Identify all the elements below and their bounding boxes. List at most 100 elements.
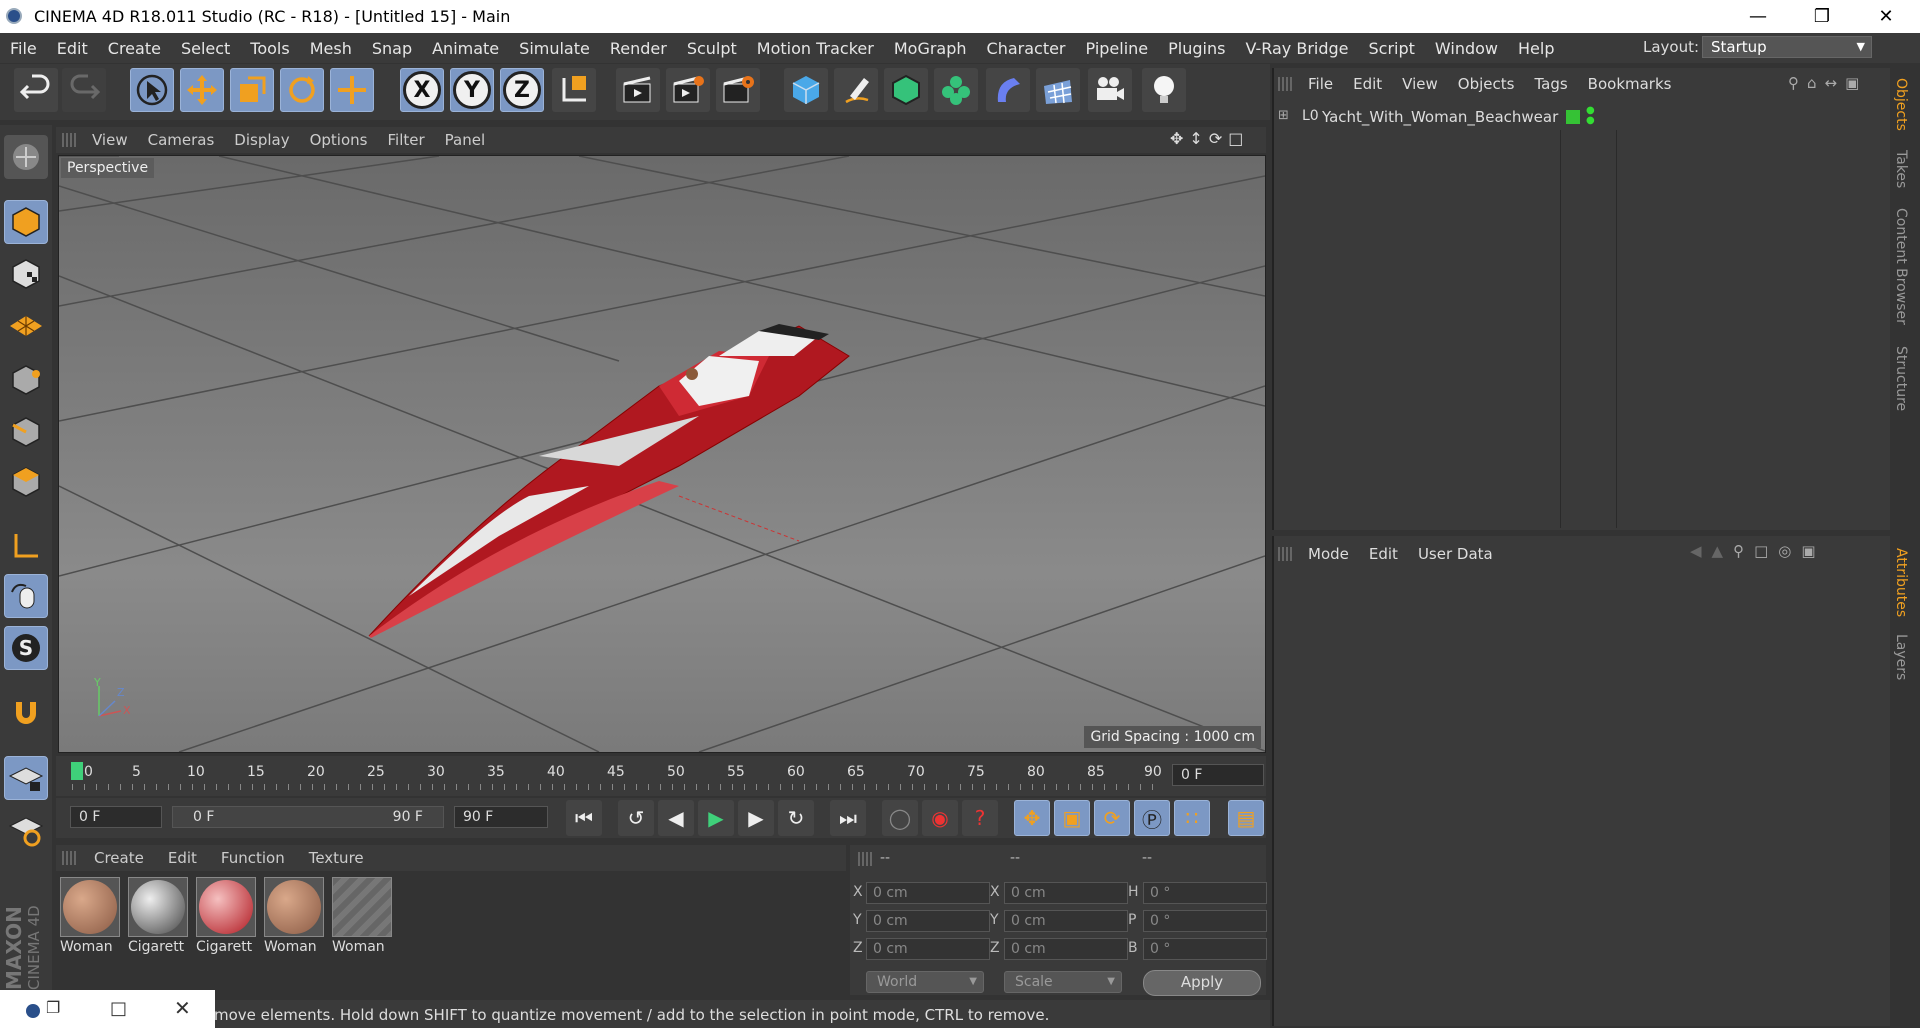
cloner-button[interactable] <box>934 68 978 112</box>
prev-frame-button[interactable]: ◀ <box>658 800 694 836</box>
maximize-icon[interactable]: □ <box>110 998 127 1019</box>
render-settings-button[interactable] <box>716 68 760 112</box>
menu-animate[interactable]: Animate <box>422 39 509 58</box>
y-axis-button[interactable]: Y <box>450 68 494 112</box>
zoom-icon[interactable]: ↕ <box>1189 129 1202 148</box>
tab-structure[interactable]: Structure <box>1893 346 1909 411</box>
material-swatch[interactable]: Cigarett <box>196 877 260 963</box>
menu-tools[interactable]: Tools <box>240 39 299 58</box>
render-to-picture-viewer-button[interactable] <box>666 68 710 112</box>
texture-mode-button[interactable] <box>4 252 48 296</box>
tab-content-browser[interactable]: Content Browser <box>1893 208 1909 325</box>
menu-select[interactable]: Select <box>171 39 240 58</box>
key-scale-button[interactable]: ▣ <box>1054 800 1090 836</box>
viewport-menu-cameras[interactable]: Cameras <box>138 131 225 149</box>
key-pla-button[interactable]: ∷ <box>1174 800 1210 836</box>
subdivision-button[interactable] <box>884 68 928 112</box>
viewport-menu-view[interactable]: View <box>82 131 138 149</box>
x-axis-button[interactable]: X <box>400 68 444 112</box>
menu-create[interactable]: Create <box>98 39 171 58</box>
make-editable-button[interactable] <box>4 135 48 179</box>
world-dropdown[interactable]: World ▼ <box>866 971 984 993</box>
end-frame-field[interactable]: 90 F <box>454 806 548 828</box>
magnet-button[interactable] <box>4 690 48 734</box>
expand-icon[interactable]: ⊞ <box>1278 108 1289 123</box>
object-menu-edit[interactable]: Edit <box>1343 75 1392 93</box>
play-button[interactable]: ▶ <box>698 800 734 836</box>
pen-button[interactable] <box>834 68 878 112</box>
render-view-button[interactable] <box>616 68 660 112</box>
visibility-dots-icon[interactable]: ● ● <box>1586 106 1595 126</box>
navigate-icon[interactable]: ↔ <box>1825 74 1838 92</box>
restore-icon[interactable]: ❐ <box>1790 0 1854 33</box>
new-window-icon[interactable]: ▣ <box>1801 542 1815 560</box>
rotation-h-field[interactable]: 0 ° <box>1143 882 1267 904</box>
axis-mode-button[interactable] <box>4 524 48 568</box>
close-icon[interactable]: ✕ <box>1854 0 1918 33</box>
object-menu-tags[interactable]: Tags <box>1524 75 1577 93</box>
start-frame-field[interactable]: 0 F <box>70 806 162 828</box>
rotation-b-field[interactable]: 0 ° <box>1143 938 1267 960</box>
material-swatch[interactable]: Woman <box>332 877 396 963</box>
size-y-field[interactable]: 0 cm <box>1004 910 1128 932</box>
autokey-button[interactable]: ◉ <box>922 800 958 836</box>
apply-button[interactable]: Apply <box>1143 970 1261 996</box>
prev-key-button[interactable]: ↺ <box>618 800 654 836</box>
back-arrow-icon[interactable]: ◀ <box>1690 542 1702 560</box>
go-to-start-button[interactable]: ⏮ <box>566 800 602 836</box>
redo-button[interactable] <box>62 68 106 112</box>
keyframe-selection-button[interactable]: ? <box>962 800 998 836</box>
tab-layers[interactable]: Layers <box>1893 634 1909 680</box>
position-x-field[interactable]: 0 cm <box>866 882 990 904</box>
camera-button[interactable] <box>1088 68 1132 112</box>
object-menu-file[interactable]: File <box>1298 75 1343 93</box>
timeline-ruler[interactable]: 0 5 10 15 20 25 30 35 40 45 50 55 60 65 … <box>72 764 1164 792</box>
object-menu-bookmarks[interactable]: Bookmarks <box>1578 75 1682 93</box>
minimized-window[interactable]: ❐ □ ✕ <box>0 990 215 1028</box>
live-selection-button[interactable] <box>130 68 174 112</box>
minimize-icon[interactable]: — <box>1726 0 1790 33</box>
menu-file[interactable]: File <box>0 39 47 58</box>
orbit-icon[interactable]: ⟳ <box>1209 129 1222 148</box>
material-swatch[interactable]: Cigarett <box>128 877 192 963</box>
current-frame-field[interactable]: 0 F <box>1172 764 1264 786</box>
menu-plugins[interactable]: Plugins <box>1158 39 1235 58</box>
object-menu-view[interactable]: View <box>1392 75 1448 93</box>
material-swatch[interactable]: Woman <box>264 877 328 963</box>
size-x-field[interactable]: 0 cm <box>1004 882 1128 904</box>
yacht-model[interactable] <box>368 324 850 638</box>
tab-takes[interactable]: Takes <box>1893 150 1909 188</box>
viewport-menu-display[interactable]: Display <box>224 131 299 149</box>
layout-select[interactable]: Startup ▼ <box>1702 36 1872 58</box>
light-button[interactable] <box>1142 68 1186 112</box>
scale-button[interactable] <box>230 68 274 112</box>
rotation-p-field[interactable]: 0 ° <box>1143 910 1267 932</box>
home-icon[interactable]: ⌂ <box>1807 74 1817 92</box>
menu-mograph[interactable]: MoGraph <box>884 39 977 58</box>
menu-render[interactable]: Render <box>600 39 677 58</box>
scale-dropdown[interactable]: Scale ▼ <box>1004 971 1122 993</box>
lock-icon[interactable]: □ <box>1754 542 1768 560</box>
viewport-3d[interactable]: Y X Z Perspective Grid Spacing : 1000 cm <box>58 155 1266 753</box>
undo-button[interactable] <box>14 68 58 112</box>
polygons-mode-button[interactable] <box>4 460 48 504</box>
go-to-end-button[interactable]: ⏭ <box>830 800 866 836</box>
workplane-rotate-button[interactable] <box>4 808 48 852</box>
timeline-button[interactable]: ▤ <box>1228 800 1264 836</box>
material-menu-edit[interactable]: Edit <box>156 849 209 867</box>
menu-sculpt[interactable]: Sculpt <box>677 39 747 58</box>
key-position-button[interactable]: ✥ <box>1014 800 1050 836</box>
key-rotation-button[interactable]: ⟳ <box>1094 800 1130 836</box>
model-mode-button[interactable] <box>4 200 48 244</box>
menu-help[interactable]: Help <box>1508 39 1564 58</box>
z-axis-button[interactable]: Z <box>500 68 544 112</box>
material-menu-function[interactable]: Function <box>209 849 297 867</box>
tab-objects[interactable]: Objects <box>1893 78 1909 131</box>
material-menu-create[interactable]: Create <box>82 849 156 867</box>
attributes-menu-mode[interactable]: Mode <box>1298 545 1359 563</box>
layer-color-tag[interactable] <box>1566 110 1580 124</box>
menu-simulate[interactable]: Simulate <box>509 39 600 58</box>
size-z-field[interactable]: 0 cm <box>1004 938 1128 960</box>
attributes-menu-user-data[interactable]: User Data <box>1408 545 1503 563</box>
menu-motion-tracker[interactable]: Motion Tracker <box>747 39 884 58</box>
